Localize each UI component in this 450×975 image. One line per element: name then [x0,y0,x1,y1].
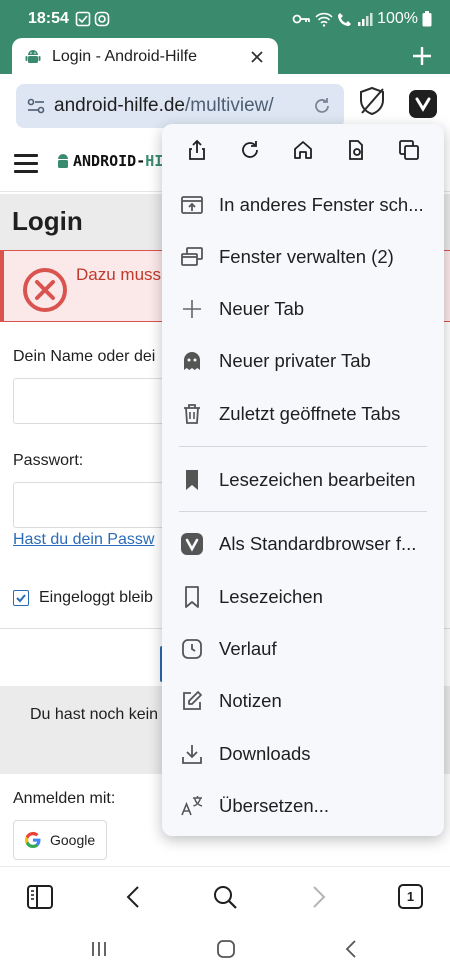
windows-icon[interactable] [397,138,421,162]
menu-item-label: Neuer privater Tab [219,350,371,371]
share-icon[interactable] [185,138,209,162]
url-host: android-hilfe.de [54,95,185,116]
translate-icon [181,796,203,816]
menu-quick-actions [162,124,444,176]
browser-overflow-menu: In anderes Fenster sch... Fenster verwal… [162,124,444,836]
menu-item-edit-bookmarks[interactable]: Lesezeichen bearbeiten [162,454,444,506]
wifi-icon [315,12,333,27]
wifi-call-icon [338,13,352,26]
close-tab-icon[interactable] [248,48,266,66]
recent-apps-icon[interactable] [88,938,110,960]
signal-icon [358,13,373,26]
menu-item-move-to-window[interactable]: In anderes Fenster sch... [162,179,444,231]
menu-item-label: In anderes Fenster sch... [219,194,424,215]
password-label: Passwort: [13,452,84,469]
tracker-blocker-shield-icon[interactable] [358,86,386,116]
tab-switcher-button[interactable]: 1 [398,884,423,909]
menu-item-label: Notizen [219,690,282,711]
tab-strip: Login - Android-Hilfe [0,38,450,76]
stay-logged-in-label: Eingeloggt bleib [39,589,153,606]
menu-item-translate[interactable]: Übersetzen... [162,780,444,832]
username-label: Dein Name oder dei [13,348,156,365]
notes-icon [183,691,202,710]
ghost-icon [184,352,200,370]
hamburger-menu-icon[interactable] [14,154,38,174]
key-icon [292,14,310,24]
panel-toggle-icon[interactable] [26,883,54,911]
menu-item-notes[interactable]: Notizen [162,675,444,727]
battery-percent: 100% [377,10,418,27]
vivaldi-icon [181,533,203,555]
back-icon[interactable] [120,883,148,911]
menu-item-recently-closed-tabs[interactable]: Zuletzt geöffnete Tabs [162,388,444,440]
search-icon[interactable] [211,883,239,911]
site-settings-icon[interactable] [26,96,46,116]
menu-item-bookmarks[interactable]: Lesezeichen [162,571,444,623]
sign-in-with-label: Anmelden mit: [13,790,116,807]
no-account-text: Du hast noch kein [30,706,159,723]
checkbox-checked-icon[interactable] [13,590,29,606]
google-login-label: Google [50,832,96,848]
menu-item-new-private-tab[interactable]: Neuer privater Tab [162,335,444,387]
plus-icon [183,300,201,318]
menu-item-label: Downloads [219,743,311,764]
home-icon[interactable] [291,138,315,162]
page-capture-icon[interactable] [344,138,368,162]
checkbox-notification-icon [75,11,91,27]
status-time: 18:54 [28,10,69,27]
instagram-icon [94,11,110,27]
stay-logged-in-checkbox[interactable]: Eingeloggt bleib [13,589,153,607]
reload-icon[interactable] [312,96,332,116]
reload-icon[interactable] [238,138,262,162]
menu-item-new-tab[interactable]: Neuer Tab [162,283,444,335]
status-bar: 18:54 100% [0,0,450,38]
menu-item-label: Lesezeichen bearbeiten [219,469,416,490]
menu-item-history[interactable]: Verlauf [162,623,444,675]
vivaldi-menu-icon[interactable] [409,90,437,118]
history-icon [182,639,202,659]
url-path: /multiview/ [184,95,274,116]
page-title: Login [12,206,83,236]
move-window-icon [181,196,203,214]
menu-item-downloads[interactable]: Downloads [162,728,444,780]
menu-item-label: Übersetzen... [219,795,330,816]
trash-icon [184,404,200,424]
menu-item-label: Neuer Tab [219,298,305,319]
error-message: Dazu muss [76,265,162,284]
manage-windows-icon [181,247,203,266]
system-back-icon[interactable] [341,938,363,960]
menu-divider [179,446,427,447]
android-robot-icon [58,154,68,168]
menu-divider [179,511,427,512]
android-robot-icon [25,50,41,63]
menu-item-default-browser[interactable]: Als Standardbrowser f... [162,518,444,570]
browser-toolbar [0,866,450,924]
forgot-password-link[interactable]: Hast du dein Passw [13,531,154,549]
menu-item-label: Als Standardbrowser f... [219,533,417,554]
active-tab[interactable]: Login - Android-Hilfe [12,38,278,76]
url-field[interactable]: android-hilfe.de/multiview/ [16,84,344,128]
forward-icon[interactable] [304,883,332,911]
google-g-icon [24,831,41,848]
bookmark-icon [185,586,199,608]
system-navigation-bar [0,924,450,975]
google-login-button[interactable]: Google [13,820,107,860]
tab-title: Login - Android-Hilfe [52,48,197,65]
bookmark-filled-icon [186,470,198,490]
error-x-icon [23,268,67,312]
menu-item-label: Verlauf [219,638,277,659]
battery-icon [422,11,432,27]
url-text: android-hilfe.de/multiview/ [54,95,312,117]
new-tab-plus-icon[interactable] [410,44,434,68]
menu-item-label: Zuletzt geöffnete Tabs [219,403,401,424]
menu-item-label: Lesezeichen [219,586,323,607]
menu-item-label: Fenster verwalten (2) [219,246,394,267]
home-button-icon[interactable] [215,938,237,960]
logo-text-main: ANDROID- [73,152,146,170]
menu-item-manage-windows[interactable]: Fenster verwalten (2) [162,231,444,283]
download-icon [182,745,202,764]
